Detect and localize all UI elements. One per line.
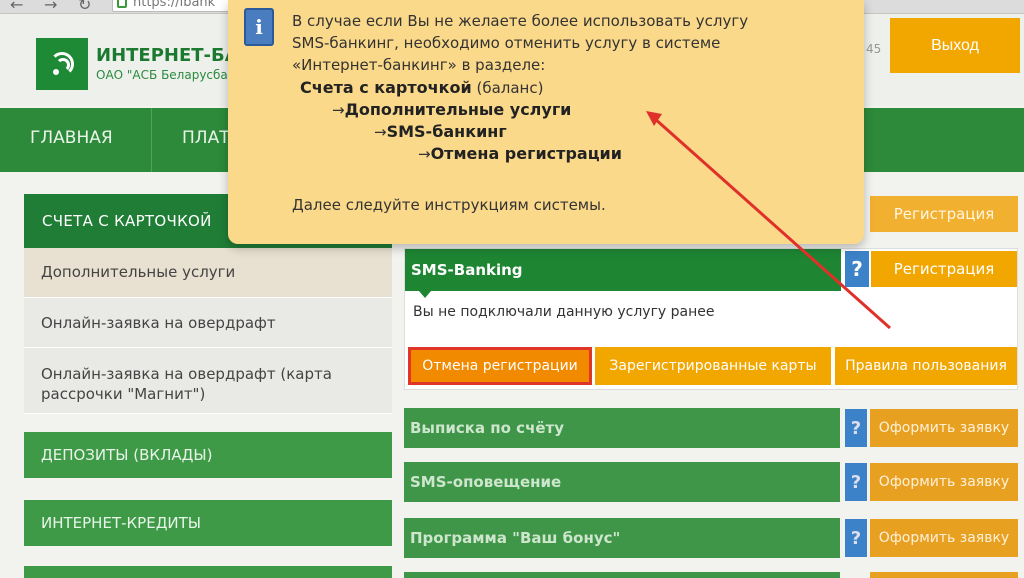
annotation-arrow (646, 111, 891, 330)
